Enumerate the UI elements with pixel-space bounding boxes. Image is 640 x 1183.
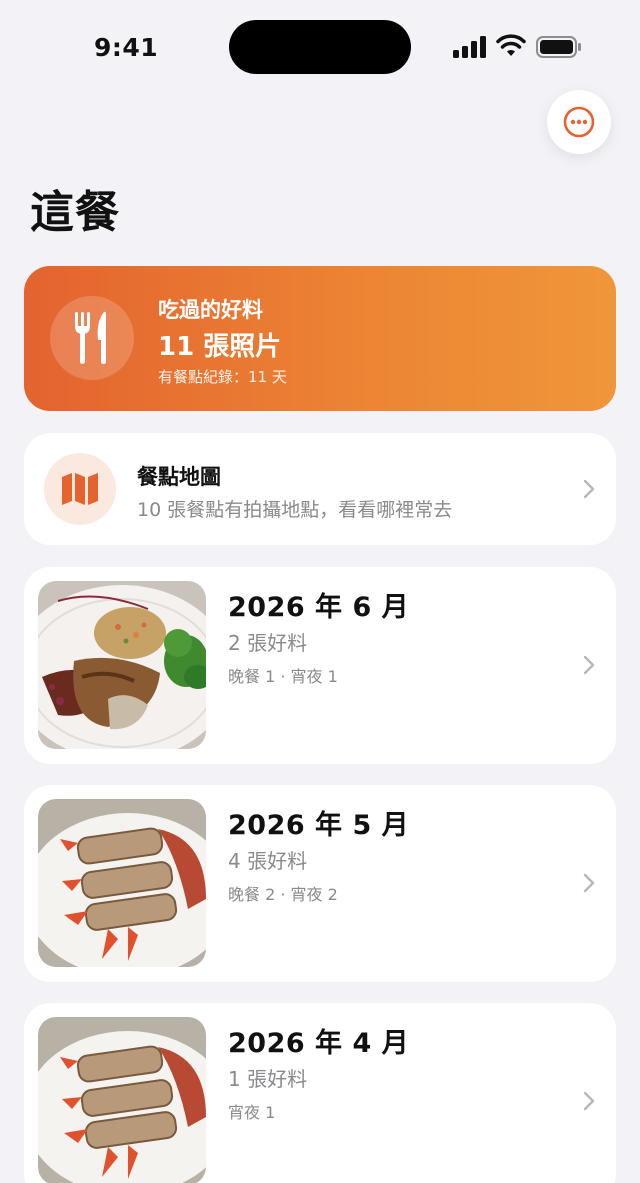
fork-knife-icon — [50, 296, 134, 380]
summary-card[interactable]: 吃過的好料 11 張照片 有餐點紀錄：11 天 — [24, 266, 616, 411]
cellular-signal-icon — [453, 36, 486, 58]
page-title: 這餐 — [30, 187, 120, 238]
meal-photo-thumbnail — [38, 799, 206, 967]
month-meal-breakdown: 晚餐 2 · 宵夜 2 — [228, 885, 338, 904]
photo-count: 11 張照片 — [158, 332, 282, 362]
map-subtitle: 10 張餐點有拍攝地點，看看哪裡常去 — [137, 499, 453, 521]
map-icon — [44, 453, 116, 525]
ellipsis-circle-icon — [563, 106, 595, 138]
month-meal-breakdown: 晚餐 1 · 宵夜 1 — [228, 667, 338, 686]
meal-map-card[interactable]: 餐點地圖 10 張餐點有拍攝地點，看看哪裡常去 — [24, 433, 616, 545]
chevron-right-icon — [583, 479, 595, 499]
month-title: 2026 年 5 月 — [228, 810, 410, 841]
more-options-button[interactable] — [547, 90, 611, 154]
month-card-2026-04[interactable]: 2026 年 4 月 1 張好料 宵夜 1 — [24, 1003, 616, 1183]
month-title: 2026 年 6 月 — [228, 592, 410, 623]
month-card-2026-06[interactable]: 2026 年 6 月 2 張好料 晚餐 1 · 宵夜 1 — [24, 567, 616, 764]
meal-photo-thumbnail — [38, 1017, 206, 1183]
chevron-right-icon — [583, 655, 595, 675]
meal-photo-thumbnail — [38, 581, 206, 749]
chevron-right-icon — [583, 873, 595, 893]
wifi-icon — [496, 34, 526, 56]
month-photo-count: 1 張好料 — [228, 1067, 308, 1091]
month-photo-count: 4 張好料 — [228, 849, 308, 873]
map-title: 餐點地圖 — [137, 465, 221, 489]
month-meal-breakdown: 宵夜 1 — [228, 1103, 276, 1122]
summary-label: 吃過的好料 — [158, 298, 263, 322]
status-time: 9:41 — [94, 33, 159, 62]
month-title: 2026 年 4 月 — [228, 1028, 410, 1059]
month-photo-count: 2 張好料 — [228, 631, 308, 655]
record-days: 有餐點紀錄：11 天 — [158, 368, 287, 386]
battery-icon — [536, 36, 581, 58]
status-bar: 9:41 — [0, 0, 640, 90]
month-card-2026-05[interactable]: 2026 年 5 月 4 張好料 晚餐 2 · 宵夜 2 — [24, 785, 616, 982]
dynamic-island — [229, 20, 411, 74]
chevron-right-icon — [583, 1091, 595, 1111]
